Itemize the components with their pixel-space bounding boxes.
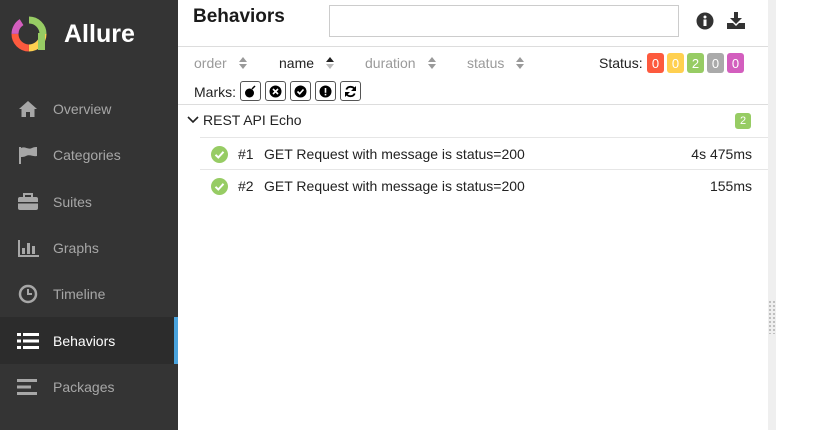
pane-separator <box>768 0 776 430</box>
sort-status[interactable]: status <box>467 55 525 71</box>
sidebar-item-packages[interactable]: Packages <box>0 364 178 410</box>
align-left-icon <box>17 377 39 397</box>
sidebar-item-overview[interactable]: Overview <box>0 86 178 132</box>
status-broken-toggle[interactable]: 0 <box>667 53 684 73</box>
mark-new-broken-toggle[interactable] <box>315 81 336 101</box>
header-divider <box>178 46 768 47</box>
sidebar-item-label: Timeline <box>53 286 106 303</box>
sidebar-item-categories[interactable]: Categories <box>0 132 178 178</box>
sort-asc-icon <box>326 57 335 69</box>
test-order: #1 <box>238 146 254 162</box>
tree-group-rest-api-echo[interactable]: REST API Echo 2 <box>178 105 768 137</box>
sidebar-item-behaviors[interactable]: Behaviors <box>0 317 178 365</box>
sort-label: order <box>194 55 227 71</box>
refresh-icon <box>345 85 356 97</box>
search-input[interactable] <box>329 5 679 37</box>
sort-label: duration <box>365 55 416 71</box>
info-button[interactable] <box>694 10 716 32</box>
download-button[interactable] <box>725 10 747 32</box>
passed-status-icon <box>211 146 228 163</box>
sidebar-item-label: Suites <box>53 193 92 210</box>
behaviors-pane: Behaviors order name duration status Sta… <box>178 0 768 430</box>
mark-retries-toggle[interactable] <box>340 81 361 101</box>
status-failed-toggle[interactable]: 0 <box>647 53 664 73</box>
test-duration: 4s 475ms <box>691 146 752 162</box>
group-passed-count: 2 <box>735 113 751 129</box>
mark-flaky-toggle[interactable] <box>240 81 261 101</box>
test-row[interactable]: #2 GET Request with message is status=20… <box>200 169 768 201</box>
sidebar-item-label: Categories <box>53 147 121 164</box>
app-name: Allure <box>64 20 135 48</box>
sort-icon <box>516 57 525 69</box>
times-circle-icon <box>269 85 282 97</box>
marks-filter <box>240 81 361 101</box>
test-duration: 155ms <box>709 178 752 194</box>
marks-label: Marks: <box>194 84 236 100</box>
status-passed-toggle[interactable]: 2 <box>687 53 704 73</box>
sort-order[interactable]: order <box>194 55 247 71</box>
sidebar-item-label: Overview <box>53 101 112 118</box>
mark-new-failed-toggle[interactable] <box>265 81 286 101</box>
sort-icon <box>427 57 436 69</box>
download-icon <box>727 12 745 29</box>
sidebar-item-timeline[interactable]: Timeline <box>0 271 178 317</box>
status-unknown-toggle[interactable]: 0 <box>727 53 744 73</box>
sidebar-item-suites[interactable]: Suites <box>0 179 178 225</box>
home-icon <box>17 99 39 119</box>
list-icon <box>17 331 39 351</box>
sort-icon <box>238 57 247 69</box>
test-order: #2 <box>238 178 254 194</box>
sidebar: Allure Overview Categories Suites Graphs <box>0 0 178 430</box>
test-name: GET Request with message is status=200 <box>264 146 525 162</box>
sort-name[interactable]: name <box>279 55 335 71</box>
allure-logo[interactable] <box>10 15 48 53</box>
sort-label: name <box>279 55 315 71</box>
bar-chart-icon <box>17 238 39 258</box>
mark-new-passed-toggle[interactable] <box>290 81 311 101</box>
exclamation-circle-icon <box>319 85 332 97</box>
test-name: GET Request with message is status=200 <box>264 178 525 194</box>
status-filter-label: Status: <box>599 55 643 71</box>
sort-duration[interactable]: duration <box>365 55 436 71</box>
test-row[interactable]: #1 GET Request with message is status=20… <box>200 137 768 169</box>
page-title: Behaviors <box>193 6 285 27</box>
clock-icon <box>17 284 39 304</box>
check-circle-icon <box>294 85 307 97</box>
flag-icon <box>17 145 39 165</box>
sidebar-item-label: Behaviors <box>53 332 116 349</box>
info-icon <box>696 12 714 30</box>
group-name: REST API Echo <box>203 112 302 128</box>
status-filter: 0 0 2 0 0 <box>647 53 744 73</box>
sidebar-item-label: Packages <box>53 378 115 395</box>
briefcase-icon <box>17 192 39 212</box>
pane-resize-handle[interactable] <box>768 300 776 334</box>
passed-status-icon <box>211 178 228 195</box>
status-skipped-toggle[interactable]: 0 <box>707 53 724 73</box>
sidebar-nav: Overview Categories Suites Graphs Timeli… <box>0 86 178 410</box>
sort-label: status <box>467 55 505 71</box>
sidebar-item-graphs[interactable]: Graphs <box>0 225 178 271</box>
sidebar-item-label: Graphs <box>53 240 99 257</box>
chevron-down-icon <box>187 116 199 124</box>
bomb-icon <box>245 84 256 97</box>
